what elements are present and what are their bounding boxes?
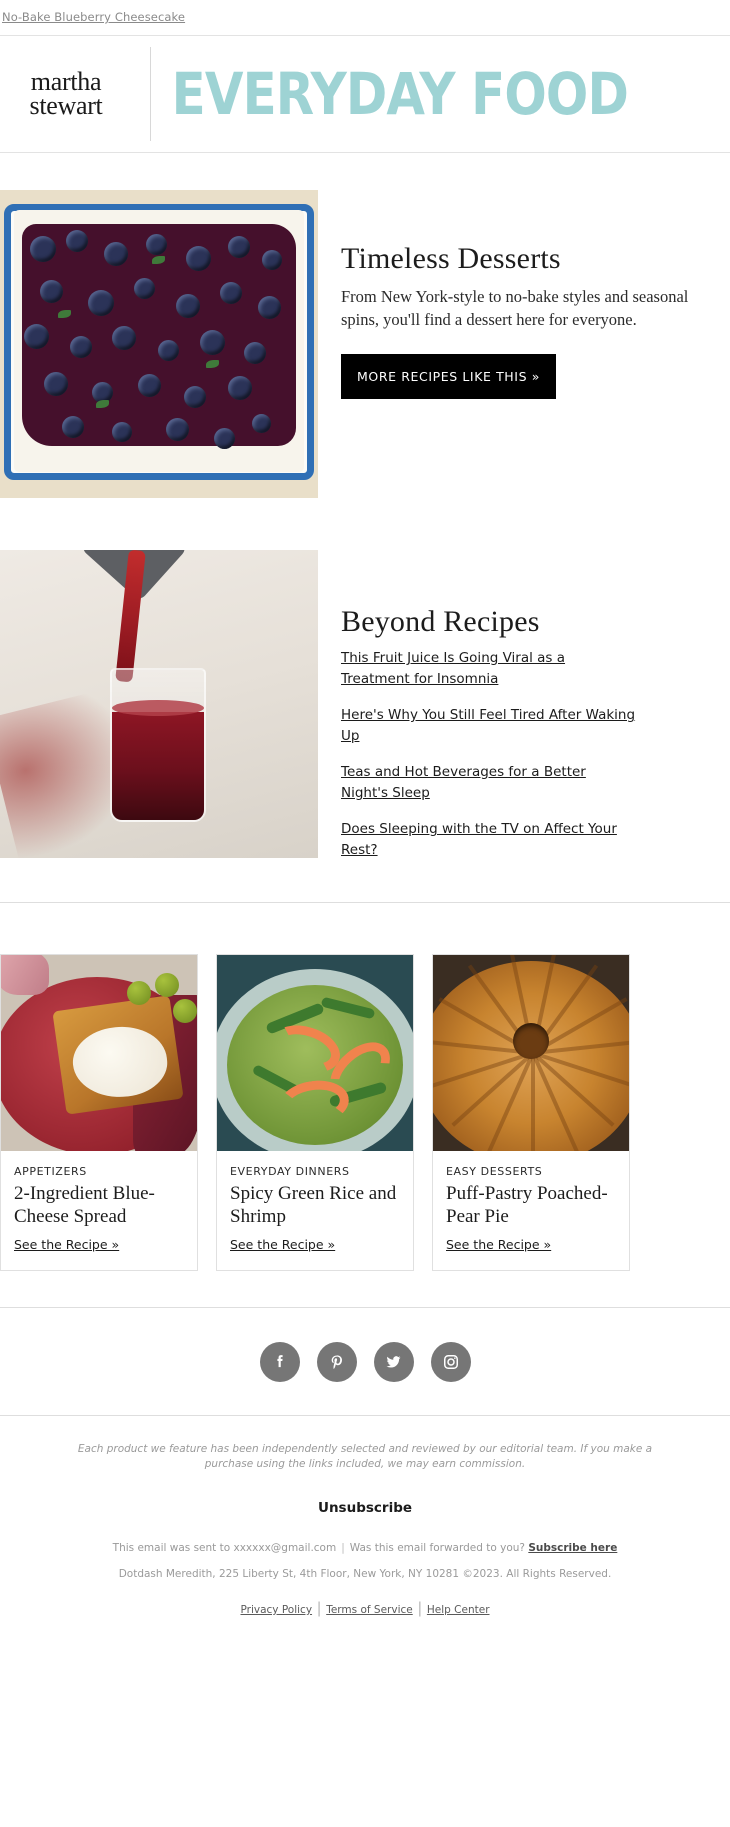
see-the-recipe-link[interactable]: See the Recipe » [14,1237,119,1252]
card-title: 2-Ingredient Blue-Cheese Spread [14,1183,155,1227]
martha-stewart-logo[interactable]: martha stewart [0,69,150,119]
instagram-icon[interactable] [430,1341,471,1382]
card-category: EASY DESSERTS [446,1165,543,1179]
article-link-list: This Fruit Juice Is Going Viral as a Tre… [341,648,718,860]
pipe-separator: | [341,1542,345,1555]
forwarded-question: Was this email forwarded to you? [349,1542,525,1555]
affiliate-disclaimer: Each product we feature has been indepen… [77,1442,653,1471]
card-category: EVERYDAY DINNERS [230,1165,350,1179]
footer: Each product we feature has been indepen… [0,1416,730,1618]
article-link-4[interactable]: Does Sleeping with the TV on Affect Your… [341,819,637,860]
tart-cherry-juice-pour-image[interactable] [0,550,318,858]
pipe-separator: | [417,1599,422,1617]
blueberry-cheesecake-image[interactable] [0,190,318,498]
pipe-separator: | [317,1599,322,1617]
recipe-card-row: APPETIZERS 2-Ingredient Blue-Cheese Spre… [0,954,730,1271]
social-links [0,1308,730,1415]
brand-line-2: stewart [29,91,103,120]
section-timeless-desserts: Timeless Desserts From New York-style to… [0,190,730,498]
preheader-link[interactable]: No-Bake Blueberry Cheesecake [2,10,185,24]
terms-of-service-link[interactable]: Terms of Service [326,1604,413,1616]
masthead: martha stewart EVERYDAY FOOD [0,36,730,153]
card-title: Spicy Green Rice and Shrimp [230,1183,397,1227]
preheader: No-Bake Blueberry Cheesecake [0,0,730,36]
see-the-recipe-link[interactable]: See the Recipe » [446,1237,551,1252]
help-center-link[interactable]: Help Center [427,1604,490,1616]
recipe-card[interactable]: EASY DESSERTS Puff-Pastry Poached-Pear P… [432,954,630,1271]
card-body: EVERYDAY DINNERS Spicy Green Rice and Sh… [217,1151,413,1270]
facebook-icon[interactable] [259,1341,300,1382]
article-link-3[interactable]: Teas and Hot Beverages for a Better Nigh… [341,762,637,803]
article-link-1[interactable]: This Fruit Juice Is Going Viral as a Tre… [341,648,637,689]
puff-pastry-pear-pie-image[interactable] [433,955,629,1152]
see-the-recipe-link[interactable]: See the Recipe » [230,1237,335,1252]
legal-links: Privacy Policy | Terms of Service | Help Cen… [60,1600,670,1618]
timeless-desserts-text: Timeless Desserts From New York-style to… [318,190,730,399]
card-category: APPETIZERS [14,1165,87,1179]
card-body: APPETIZERS 2-Ingredient Blue-Cheese Spre… [1,1151,197,1270]
sent-to-prefix: This email was sent to [112,1542,234,1555]
section-title: Timeless Desserts [341,242,561,275]
card-body: EASY DESSERTS Puff-Pastry Poached-Pear P… [433,1151,629,1270]
recipe-card[interactable]: EVERYDAY DINNERS Spicy Green Rice and Sh… [216,954,414,1271]
everyday-food-wordmark[interactable]: EVERYDAY FOOD [151,65,649,123]
blue-cheese-toast-image[interactable] [1,955,197,1152]
recipient-line: This email was sent to xxxxxx@gmail.com |… [60,1540,670,1557]
twitter-icon[interactable] [373,1341,414,1382]
privacy-policy-link[interactable]: Privacy Policy [240,1604,312,1616]
company-address: Dotdash Meredith, 225 Liberty St, 4th Fl… [118,1568,612,1581]
section-title: Beyond Recipes [341,605,540,638]
recipe-card[interactable]: APPETIZERS 2-Ingredient Blue-Cheese Spre… [0,954,198,1271]
section-body: From New York-style to no-bake styles an… [341,287,689,330]
card-title: Puff-Pastry Poached-Pear Pie [446,1183,608,1227]
recipient-email: xxxxxx@gmail.com [233,1542,337,1555]
pinterest-icon[interactable] [316,1341,357,1382]
email-body: No-Bake Blueberry Cheesecake martha stew… [0,0,730,1618]
section-beyond-recipes: Beyond Recipes This Fruit Juice Is Going… [0,550,730,860]
article-link-2[interactable]: Here's Why You Still Feel Tired After Wa… [341,705,637,746]
subscribe-here-link[interactable]: Subscribe here [528,1542,617,1554]
green-rice-shrimp-image[interactable] [217,955,413,1152]
unsubscribe-link[interactable]: Unsubscribe [318,1500,412,1516]
more-recipes-button[interactable]: MORE RECIPES LIKE THIS » [341,353,556,399]
beyond-recipes-text: Beyond Recipes This Fruit Juice Is Going… [318,550,730,860]
